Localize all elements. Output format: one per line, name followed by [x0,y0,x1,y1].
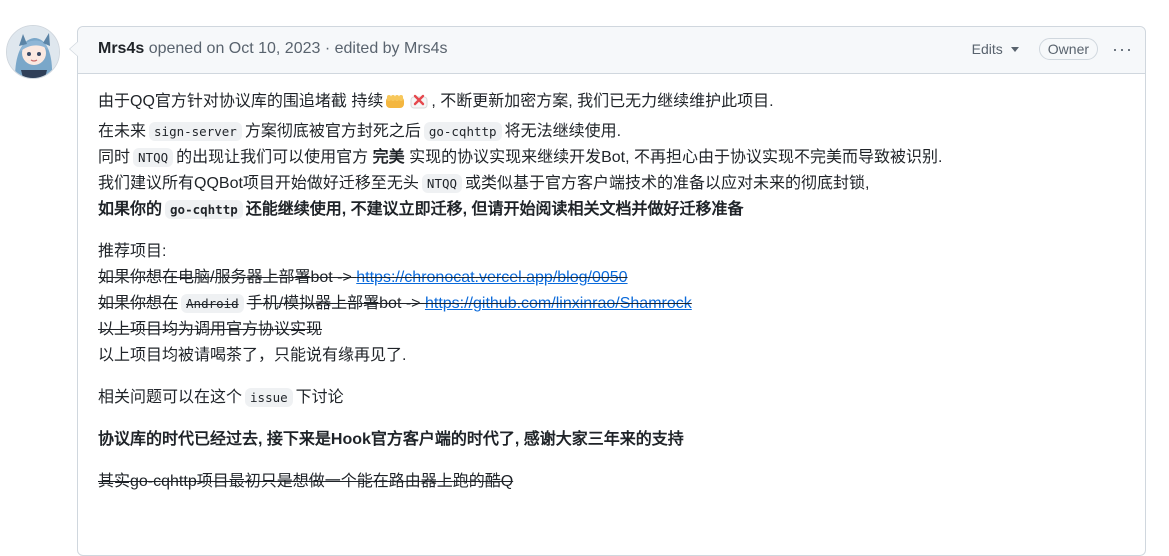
bold-text: 完美 [372,149,405,166]
inline-code: NTQQ [133,148,174,167]
comment-actions: Edits Owner ··· [972,38,1133,60]
intro-line-5: 如果你的 go-cqhttp 还能继续使用, 不建议立即迁移, 但请开始阅读相关文档… [98,197,1125,223]
inline-code: NTQQ [421,174,463,193]
edits-label: Edits [971,41,1003,57]
strike-text: 如果你想在电脑/服务器上部署bot -> [98,269,357,286]
intro-text: 同时 [98,149,131,166]
paragraph-farewell: 协议库的时代已经过去, 接下来是Hook官方客户端的时代了, 感谢大家三年来的支… [98,427,1125,453]
paragraph-recommended: 推荐项目: 如果你想在电脑/服务器上部署bot -> https://chron… [98,239,1125,369]
intro-text: 由于QQ官方针对协议库的围追堵截 持续 [98,93,384,110]
discussion-text: 相关问题可以在这个 [98,389,243,406]
cross-mark-emoji [408,92,430,119]
kebab-icon[interactable]: ··· [1112,40,1133,58]
origin-text: 其实go-cqhttp项目最初只是想做一个能在路由器上跑的酷Q [98,473,514,490]
intro-text: 方案彻底被官方封死之后 [244,123,421,140]
inline-code: Android [181,294,244,313]
intro-line-3: 同时 NTQQ 的出现让我们可以使用官方 完美 实现的协议实现来继续开发Bot, 不… [98,145,1125,171]
intro-text: 将无法继续使用. [504,123,622,140]
intro-text: 在未来 [98,123,147,140]
inline-code: go-cqhttp [423,122,502,141]
comment-body: 由于QQ官方针对协议库的围追堵截 持续 , 不断更新加密方案, 我们已无力继续维护… [78,74,1145,495]
recommended-note-2: 以上项目均被请喝茶了，只能说有缘再见了. [98,347,407,364]
inline-code: sign-server [149,122,242,141]
owner-badge: Owner [1038,38,1099,60]
recommended-title: 推荐项目: [98,243,167,260]
issue-comment: Mrs4s opened on Oct 10, 2023 · edited by… [69,26,1146,556]
paragraph-intro: 由于QQ官方针对协议库的围追堵截 持续 , 不断更新加密方案, 我们已无力继续维护… [98,89,1125,223]
paragraph-discussion: 相关问题可以在这个 issue 下讨论 [98,385,1125,411]
chronocat-link[interactable]: https://chronocat.vercel.app/blog/0050 [356,269,627,286]
avatar-image [7,26,59,78]
strike-text: 如果你想在 [98,295,179,312]
avatar[interactable] [6,25,60,79]
paragraph-origin: 其实go-cqhttp项目最初只是想做一个能在路由器上跑的酷Q [98,469,1125,495]
author-link[interactable]: Mrs4s [98,40,144,57]
strike-text: 手机/模拟器上部署bot -> [246,295,425,312]
intro-line-4: 我们建议所有QQBot项目开始做好迁移至无头 NTQQ 或类似基于官方客户端技术的准… [98,171,1125,197]
intro-text: , 不断更新加密方案, 我们已无力继续维护此项目. [431,93,774,110]
recommended-item-pc: 如果你想在电脑/服务器上部署bot -> https://chronocat.v… [98,265,1125,291]
intro-text: 我们建议所有QQBot项目开始做好迁移至无头 [98,175,419,192]
comment-meta-text[interactable]: opened on Oct 10, 2023 · edited by Mrs4s [149,40,448,57]
farewell-text: 协议库的时代已经过去, 接下来是Hook官方客户端的时代了, 感谢大家三年来的支… [98,431,684,448]
bold-text: 如果你的 [98,201,163,218]
discussion-text: 下讨论 [295,389,344,406]
fist-emoji [384,92,406,119]
inline-code: go-cqhttp [165,200,243,219]
recommended-item-android: 如果你想在 Android 手机/模拟器上部署bot -> https://gith… [98,291,1125,317]
comment-meta: Mrs4s opened on Oct 10, 2023 · edited by… [98,40,448,58]
recommended-note-1: 以上项目均为调用官方协议实现 [98,321,323,338]
intro-text: 或类似基于官方客户端技术的准备以应对未来的彻底封锁, [465,175,870,192]
edits-dropdown[interactable]: Edits [972,41,1019,57]
caret-down-icon [1010,47,1019,52]
intro-line-1: 由于QQ官方针对协议库的围追堵截 持续 , 不断更新加密方案, 我们已无力继续维护… [98,89,1125,119]
comment-header: Mrs4s opened on Oct 10, 2023 · edited by… [78,27,1145,74]
intro-text: 实现的协议实现来继续开发Bot, 不再担心由于协议实现不完美而导致被识别. [409,149,943,166]
bold-text: 还能继续使用, 不建议立即迁移, 但请开始阅读相关文档并做好迁移准备 [245,201,744,218]
intro-line-2: 在未来 sign-server 方案彻底被官方封死之后 go-cqhttp 将无法继续使… [98,119,1125,145]
shamrock-link[interactable]: https://github.com/linxinrao/Shamrock [425,295,692,312]
inline-code: issue [245,388,293,407]
intro-text: 的出现让我们可以使用官方 [176,149,369,166]
